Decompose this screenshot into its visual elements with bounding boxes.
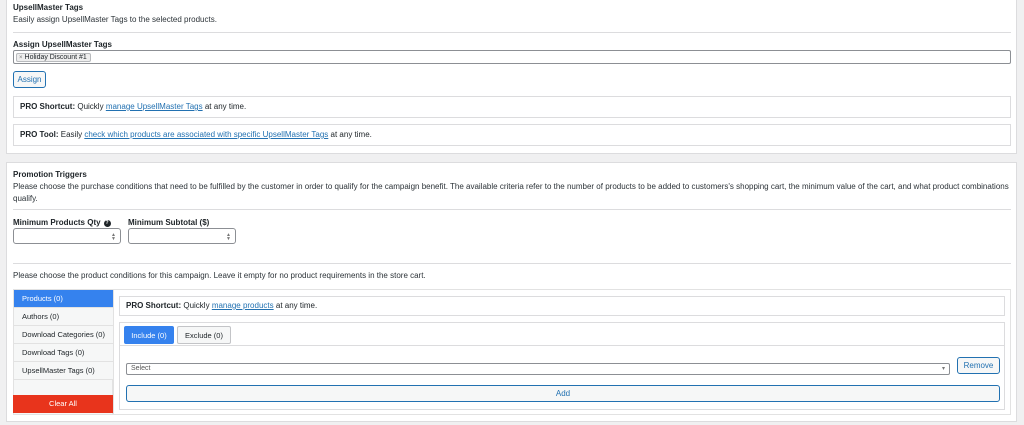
sidebar-item-authors[interactable]: Authors (0) [14, 308, 114, 326]
divider [13, 263, 1011, 264]
min-products-qty-text: Minimum Products Qty [13, 218, 101, 227]
promotion-section-title: Promotion Triggers [13, 170, 87, 179]
check-tags-products-link[interactable]: check which products are associated with… [84, 130, 328, 139]
pro-tool-after: at any time. [330, 130, 372, 139]
tags-section-description: Easily assign UpsellMaster Tags to the s… [13, 15, 217, 24]
include-exclude-box: Include (0) Exclude (0) Select ▾ Remove … [119, 322, 1005, 410]
assign-tags-label: Assign UpsellMaster Tags [13, 40, 112, 49]
remove-tag-icon[interactable]: × [19, 55, 23, 61]
pro-shortcut-products-notice: PRO Shortcut: Quickly manage products at… [119, 296, 1005, 316]
divider [120, 345, 1004, 346]
pro-shortcut-before: Quickly [77, 102, 104, 111]
min-subtotal-input[interactable]: ▲ ▼ [128, 228, 236, 244]
manage-tags-link[interactable]: manage UpsellMaster Tags [106, 102, 203, 111]
remove-button[interactable]: Remove [957, 357, 1000, 374]
divider [13, 32, 1011, 33]
pro-shortcut-label: PRO Shortcut: [20, 102, 76, 111]
sidebar-item-download-categories[interactable]: Download Categories (0) [14, 326, 114, 344]
pro-tool-label: PRO Tool: [20, 130, 59, 139]
help-icon[interactable]: ? [103, 220, 111, 227]
min-subtotal-label: Minimum Subtotal ($) [128, 218, 210, 227]
stepper-arrows-icon[interactable]: ▲ ▼ [111, 233, 116, 242]
tags-section-title: UpsellMaster Tags [13, 3, 84, 12]
min-products-qty-input[interactable]: ▲ ▼ [13, 228, 121, 244]
pro-tool-before: Easily [60, 130, 83, 139]
conditions-content: PRO Shortcut: Quickly manage products at… [113, 289, 1011, 415]
chevron-down-icon: ▾ [941, 366, 945, 372]
sidebar-item-products[interactable]: Products (0) [14, 290, 114, 308]
selected-tag-chip: × Holiday Discount #1 [16, 53, 91, 62]
min-products-qty-label: Minimum Products Qty? [13, 218, 111, 227]
divider [13, 209, 1011, 210]
manage-products-link[interactable]: manage products [212, 301, 274, 310]
pro-shortcut-tags-notice: PRO Shortcut: Quickly manage UpsellMaste… [13, 96, 1011, 118]
conditions-sidebar: Products (0) Authors (0) Download Catego… [13, 289, 114, 415]
clear-all-button[interactable]: Clear All [13, 395, 113, 413]
assign-button[interactable]: Assign [13, 71, 46, 88]
product-select[interactable]: Select ▾ [126, 363, 950, 375]
product-select-placeholder: Select [131, 365, 151, 372]
tab-include[interactable]: Include (0) [124, 326, 174, 344]
product-conditions-text: Please choose the product conditions for… [13, 271, 426, 280]
pro-tool-notice: PRO Tool: Easily check which products ar… [13, 124, 1011, 146]
upsellmaster-tags-panel: UpsellMaster Tags Easily assign UpsellMa… [6, 0, 1017, 154]
promotion-section-description: Please choose the purchase conditions th… [13, 182, 1009, 203]
selected-tag-label: Holiday Discount #1 [24, 54, 87, 61]
pro-shortcut-after: at any time. [204, 102, 247, 111]
stepper-arrows-icon[interactable]: ▲ ▼ [226, 233, 231, 242]
sidebar-item-download-tags[interactable]: Download Tags (0) [14, 344, 114, 362]
promotion-triggers-panel: Promotion Triggers Please choose the pur… [6, 162, 1017, 422]
sidebar-item-upsellmaster-tags[interactable]: UpsellMaster Tags (0) [14, 362, 114, 380]
tab-exclude[interactable]: Exclude (0) [177, 326, 231, 344]
assign-tags-input[interactable]: × Holiday Discount #1 [13, 50, 1011, 64]
pro-shortcut-label: PRO Shortcut: [126, 301, 182, 310]
pro-shortcut-after: at any time. [275, 301, 318, 310]
add-button[interactable]: Add [126, 385, 1000, 402]
pro-shortcut-before: Quickly [183, 301, 210, 310]
